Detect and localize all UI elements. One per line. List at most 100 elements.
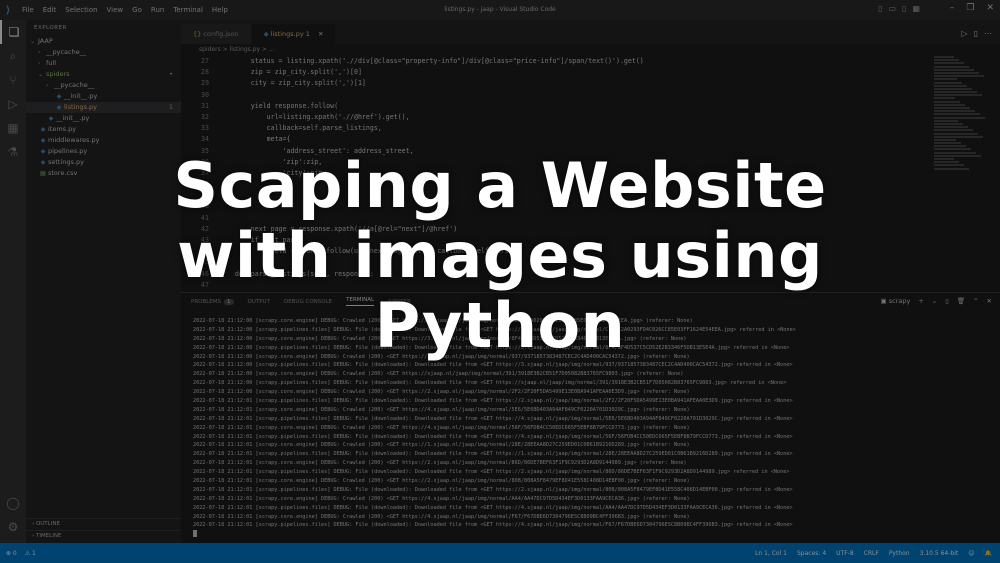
encoding[interactable]: UTF-8: [836, 550, 854, 557]
code-line[interactable]: 37 'city':city,: [181, 168, 931, 179]
tree-item-file[interactable]: ◆ settings.py: [26, 157, 181, 168]
maximize-panel-icon[interactable]: ⌃: [973, 297, 978, 305]
testing-icon[interactable]: ⚗: [0, 140, 26, 164]
terminal-output[interactable]: 2022-07-18 21:12:00 [scrapy.core.engine]…: [193, 317, 993, 541]
close-tab-icon[interactable]: ✕: [318, 30, 323, 38]
minimap-line: [934, 161, 959, 164]
tab-config-json[interactable]: {} config.json: [181, 24, 252, 44]
split-editor-icon[interactable]: ▯: [974, 24, 978, 44]
tree-root[interactable]: ⌄ JAAP: [26, 36, 181, 47]
tree-item-file[interactable]: ◆ __init__.py: [26, 113, 181, 124]
customize-layout-icon[interactable]: ▦: [912, 4, 920, 13]
run-debug-icon[interactable]: ▷: [0, 92, 26, 116]
cursor-position[interactable]: Ln 1, Col 1: [755, 550, 787, 557]
code-line[interactable]: 34 meta={: [181, 134, 931, 145]
restore-icon[interactable]: ❐: [966, 3, 974, 13]
settings-gear-icon[interactable]: ⚙: [0, 515, 26, 539]
breadcrumb[interactable]: spiders > listings.py > ...: [181, 44, 1000, 55]
indentation[interactable]: Spaces: 4: [797, 550, 826, 557]
tab-output[interactable]: OUTPUT: [248, 299, 270, 305]
code-line[interactable]: 27 status = listing.xpath('.//div[@class…: [181, 56, 931, 67]
code-line[interactable]: 36 'zip':zip,: [181, 157, 931, 168]
language-mode[interactable]: Python: [889, 550, 910, 557]
tree-item-folder[interactable]: › __pycache__: [26, 47, 181, 58]
code-line[interactable]: 41: [181, 213, 931, 224]
warnings-status[interactable]: ⚠ 1: [25, 550, 36, 557]
code-line[interactable]: 45: [181, 257, 931, 268]
tree-item-file[interactable]: ◆ pipelines.py: [26, 146, 181, 157]
tree-item-folder[interactable]: ⌄ spiders •: [26, 69, 181, 80]
menu-edit[interactable]: Edit: [43, 6, 57, 14]
toggle-panel-icon[interactable]: ▭: [888, 4, 896, 13]
minimap-line: [934, 87, 972, 90]
menu-selection[interactable]: Selection: [65, 6, 97, 14]
python-interpreter[interactable]: 3.10.5 64-bit: [920, 550, 959, 557]
tree-item-file[interactable]: ◆ middlewares.py: [26, 135, 181, 146]
code-line[interactable]: 31 yield response.follow(: [181, 101, 931, 112]
new-terminal-icon[interactable]: +: [918, 297, 923, 305]
minimize-icon[interactable]: –: [950, 3, 955, 13]
chevron-down-icon[interactable]: ⌄: [932, 297, 937, 305]
tree-item-file[interactable]: ◆ __init__.py: [26, 91, 181, 102]
code-line[interactable]: 40: [181, 201, 931, 212]
run-file-icon[interactable]: ▷: [961, 24, 967, 44]
code-line[interactable]: 42 next_page = response.xpath('//a[@rel=…: [181, 224, 931, 235]
code-line[interactable]: 43 if next_page:: [181, 235, 931, 246]
tab-listings-py[interactable]: ◆ listings.py 1 ✕: [251, 24, 337, 44]
notifications-icon[interactable]: 🔔: [985, 550, 992, 557]
errors-status[interactable]: ⊗ 0: [6, 550, 17, 557]
code-line[interactable]: 46 def parse_listings(self, response):: [181, 269, 931, 280]
split-terminal-icon[interactable]: ▯: [945, 297, 949, 305]
menu-terminal[interactable]: Terminal: [173, 6, 203, 14]
tree-item-file[interactable]: ◆ items.py: [26, 124, 181, 135]
source-control-icon[interactable]: ⑂: [0, 68, 26, 92]
toggle-sidebar-icon[interactable]: ▯: [878, 4, 882, 13]
menu-run[interactable]: Run: [151, 6, 164, 14]
extensions-icon[interactable]: ▦: [0, 116, 26, 140]
minimap-line: [934, 135, 983, 138]
code-line[interactable]: 32 url=listing.xpath('.//@href').get(),: [181, 112, 931, 123]
csv-file-icon: ▤: [40, 170, 46, 177]
outline-section[interactable]: › OUTLINE: [26, 518, 181, 529]
code-line[interactable]: 33 callback=self.parse_listings,: [181, 123, 931, 134]
menu-file[interactable]: File: [22, 6, 34, 14]
code-line[interactable]: 38: [181, 179, 931, 190]
tree-item-file[interactable]: ▤ store.csv: [26, 168, 181, 179]
menu-help[interactable]: Help: [212, 6, 228, 14]
code-line[interactable]: 30: [181, 90, 931, 101]
terminal-line: 2022-07-18 21:12:01 [scrapy.pipelines.fi…: [193, 504, 793, 511]
feedback-icon[interactable]: ☺: [968, 550, 974, 557]
tab-terminal[interactable]: TERMINAL: [346, 297, 375, 306]
python-file-icon: ◆: [40, 126, 46, 133]
menu-view[interactable]: View: [107, 6, 124, 14]
search-icon[interactable]: ⌕: [0, 44, 26, 68]
kill-terminal-icon[interactable]: 🗑: [957, 297, 965, 305]
tab-jupyter[interactable]: JUPYTER: [388, 299, 411, 305]
tree-item-folder[interactable]: › full: [26, 58, 181, 69]
close-panel-icon[interactable]: ✕: [987, 297, 992, 305]
tab-debug-console[interactable]: DEBUG CONSOLE: [284, 299, 332, 305]
code-line[interactable]: 39: [181, 190, 931, 201]
more-actions-icon[interactable]: ⋯: [984, 24, 992, 44]
explorer-icon[interactable]: ❏: [0, 20, 26, 44]
menu-go[interactable]: Go: [132, 6, 142, 14]
vscode-logo-icon: ⟩: [5, 4, 11, 16]
close-icon[interactable]: ✕: [986, 3, 994, 13]
code-line[interactable]: 35 'address_street': address_street,: [181, 146, 931, 157]
line-ending[interactable]: CRLF: [864, 550, 879, 557]
account-icon[interactable]: ◯: [0, 491, 26, 515]
minimap-line: [934, 113, 980, 116]
timeline-section[interactable]: › TIMELINE: [26, 530, 181, 541]
toggle-secondary-icon[interactable]: ▯: [902, 4, 906, 13]
tree-item-folder[interactable]: › __pycache__: [26, 80, 181, 91]
terminal-prompt[interactable]: [193, 530, 993, 539]
minimap[interactable]: [934, 56, 986, 176]
tree-item-file-selected[interactable]: ◆ listings.py 1: [26, 102, 181, 113]
code-line[interactable]: 29 city = zip_city.split(',')[1]: [181, 78, 931, 89]
terminal-shell-label[interactable]: ▣ scrapy: [881, 297, 911, 305]
code-line[interactable]: 44 yield response.follow(url=next_page.g…: [181, 246, 931, 257]
code-line[interactable]: 47: [181, 280, 931, 291]
tab-problems[interactable]: PROBLEMS 1: [191, 298, 234, 305]
code-line[interactable]: 28 zip = zip_city.split(',')[0]: [181, 67, 931, 78]
code-editor[interactable]: 27 status = listing.xpath('.//div[@class…: [181, 56, 931, 292]
